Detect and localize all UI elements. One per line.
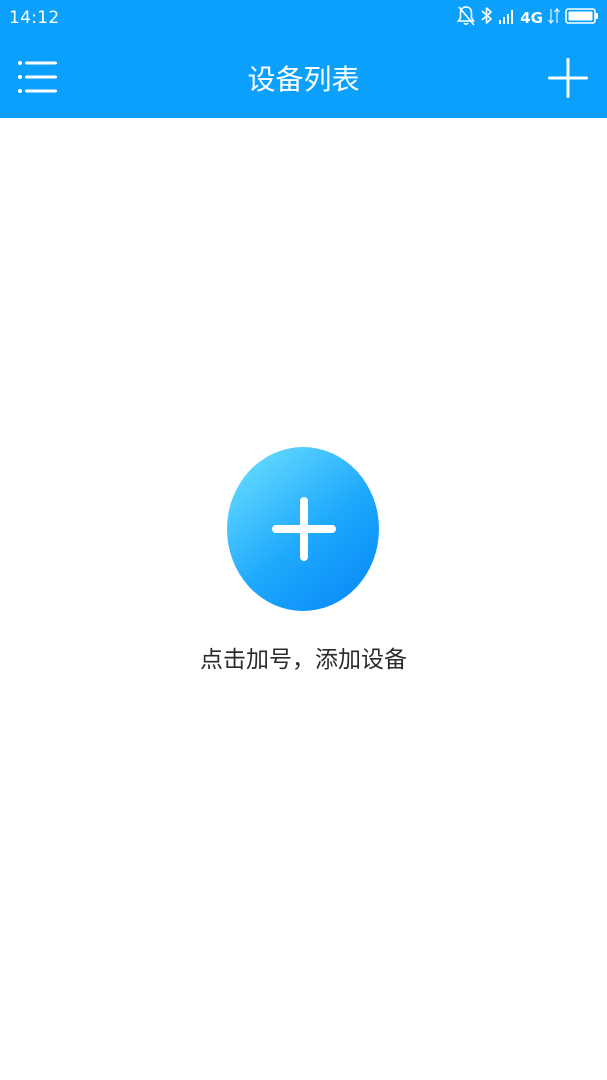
add-device-big-button[interactable] <box>224 442 384 612</box>
status-icons: 4G <box>456 5 599 31</box>
empty-state: 点击加号，添加设备 <box>0 440 607 690</box>
signal-icon <box>498 5 516 31</box>
plus-icon <box>224 447 384 616</box>
empty-state-message: 点击加号，添加设备 <box>200 647 407 673</box>
add-device-button[interactable] <box>547 56 589 100</box>
battery-icon <box>565 5 599 31</box>
page-title: 设备列表 <box>247 63 360 96</box>
add-icon <box>547 58 589 104</box>
network-type: 4G <box>520 9 543 27</box>
nav-bar: 设备列表 <box>0 38 607 118</box>
bluetooth-icon <box>480 5 494 31</box>
top-bar: 14:12 4G 设备列表 <box>0 0 607 118</box>
status-time: 14:12 <box>9 8 60 28</box>
status-bar: 14:12 4G <box>0 0 607 38</box>
data-activity-icon <box>547 5 561 31</box>
app-screen: 14:12 4G 设备列表 点击加号，添加设备 <box>0 0 607 1080</box>
bell-off-icon <box>456 5 476 31</box>
